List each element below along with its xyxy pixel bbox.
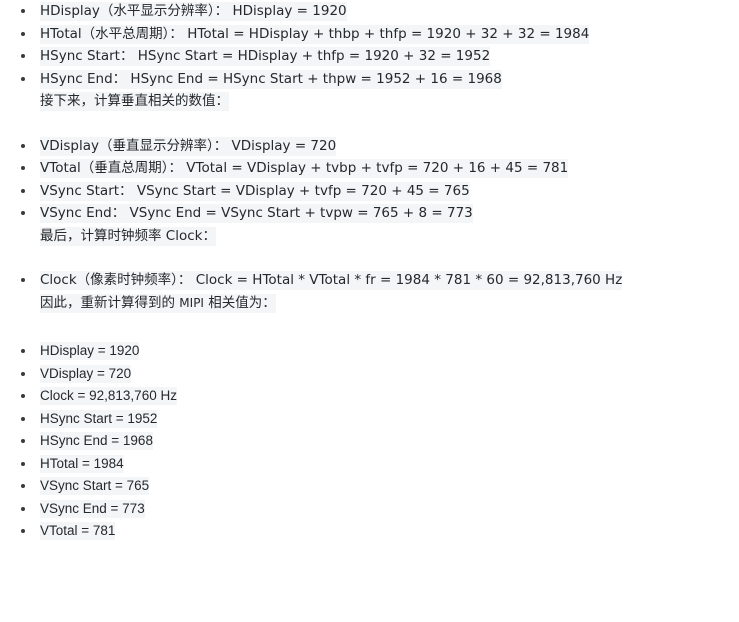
list-item: VTotal（垂直总周期）： VTotal = VDisplay + tvbp … bbox=[0, 157, 739, 180]
list-item-text: HSync End： HSync End = HSync Start + thp… bbox=[40, 69, 502, 89]
bullet-icon bbox=[21, 76, 25, 81]
list-item: HDisplay（水平显示分辨率）： HDisplay = 1920 bbox=[0, 0, 739, 23]
bullet-icon bbox=[21, 394, 25, 398]
list-item-text: Clock = 92,813,760 Hz bbox=[40, 387, 177, 405]
list-item: HTotal = 1984 bbox=[0, 453, 739, 476]
list-item: HTotal（水平总周期）： HTotal = HDisplay + thbp … bbox=[0, 23, 739, 46]
clock-section-closing-paragraph: 因此，重新计算得到的 MIPI 相关值为： bbox=[0, 292, 739, 315]
list-item-text: HDisplay = 1920 bbox=[40, 342, 140, 360]
list-item: HDisplay = 1920 bbox=[0, 340, 739, 363]
paragraph-text: 最后，计算时钟频率 Clock： bbox=[40, 226, 216, 246]
list-item-text: HSync Start = 1952 bbox=[40, 409, 158, 428]
horizontal-section-closing-paragraph: 接下来，计算垂直相关的数值： bbox=[0, 90, 739, 113]
bullet-icon bbox=[21, 54, 25, 58]
list-item: Clock = 92,813,760 Hz bbox=[0, 385, 739, 408]
paragraph-text-suffix: 相关值为： bbox=[203, 294, 276, 311]
bullet-icon bbox=[21, 461, 25, 466]
paragraph-text: 接下来，计算垂直相关的数值： bbox=[40, 92, 229, 111]
list-item-text: VSync End = 773 bbox=[40, 499, 145, 518]
bullet-icon bbox=[21, 349, 25, 353]
list-item-text: VSync Start： VSync Start = VDisplay + tv… bbox=[40, 181, 470, 201]
bullet-icon bbox=[21, 143, 25, 148]
summary-values-list: HDisplay = 1920 VDisplay = 720 Clock = 9… bbox=[0, 340, 739, 543]
list-item-text: VTotal = 781 bbox=[40, 522, 116, 540]
bullet-icon bbox=[21, 278, 25, 282]
list-item-text: HSync Start： HSync Start = HDisplay + th… bbox=[40, 47, 491, 66]
bullet-icon bbox=[21, 166, 25, 170]
list-item-text: VDisplay = 720 bbox=[40, 364, 132, 383]
bullet-icon bbox=[21, 416, 25, 421]
document-page: HDisplay（水平显示分辨率）： HDisplay = 1920 HTota… bbox=[0, 0, 739, 622]
clock-list: Clock（像素时钟频率）： Clock = HTotal * VTotal *… bbox=[0, 269, 739, 292]
bullet-icon bbox=[21, 371, 25, 376]
list-item: HSync End = 1968 bbox=[0, 430, 739, 453]
paragraph-text-latin: MIPI bbox=[179, 295, 204, 310]
list-item: VTotal = 781 bbox=[0, 520, 739, 543]
horizontal-timing-list: HDisplay（水平显示分辨率）： HDisplay = 1920 HTota… bbox=[0, 0, 739, 90]
vertical-section-closing-paragraph: 最后，计算时钟频率 Clock： bbox=[0, 225, 739, 248]
list-item-text: HSync End = 1968 bbox=[40, 432, 153, 450]
vertical-timing-list: VDisplay（垂直显示分辨率）： VDisplay = 720 VTotal… bbox=[0, 135, 739, 225]
list-item: VSync End = 773 bbox=[0, 498, 739, 521]
list-item: VSync Start： VSync Start = VDisplay + tv… bbox=[0, 180, 739, 203]
bullet-icon bbox=[21, 188, 25, 193]
bullet-icon bbox=[21, 529, 25, 533]
list-item-text: Clock（像素时钟频率）： Clock = HTotal * VTotal *… bbox=[40, 271, 623, 290]
bullet-icon bbox=[21, 31, 25, 36]
bullet-icon bbox=[21, 484, 25, 488]
list-item: Clock（像素时钟频率）： Clock = HTotal * VTotal *… bbox=[0, 269, 739, 292]
list-item-text: VSync End： VSync End = VSync Start + tvp… bbox=[40, 204, 473, 223]
paragraph-text: 因此，重新计算得到的 MIPI 相关值为： bbox=[40, 293, 276, 313]
list-item: HSync End： HSync End = HSync Start + thp… bbox=[0, 68, 739, 91]
list-item-text: HTotal = 1984 bbox=[40, 454, 124, 473]
list-item-text: VDisplay（垂直显示分辨率）： VDisplay = 720 bbox=[40, 136, 337, 156]
list-item: VDisplay（垂直显示分辨率）： VDisplay = 720 bbox=[0, 135, 739, 158]
bullet-icon bbox=[21, 9, 25, 13]
list-item: VDisplay = 720 bbox=[0, 363, 739, 386]
list-item: VSync End： VSync End = VSync Start + tvp… bbox=[0, 202, 739, 225]
list-item: HSync Start： HSync Start = HDisplay + th… bbox=[0, 45, 739, 68]
list-item: VSync Start = 765 bbox=[0, 475, 739, 498]
bullet-icon bbox=[21, 439, 25, 443]
list-item-text: VTotal（垂直总周期）： VTotal = VDisplay + tvbp … bbox=[40, 159, 569, 178]
list-item-text: HTotal（水平总周期）： HTotal = HDisplay + thbp … bbox=[40, 24, 590, 44]
list-item-text: HDisplay（水平显示分辨率）： HDisplay = 1920 bbox=[40, 2, 347, 21]
bullet-icon bbox=[21, 211, 25, 215]
list-item: HSync Start = 1952 bbox=[0, 408, 739, 431]
bullet-icon bbox=[21, 506, 25, 511]
list-item-text: VSync Start = 765 bbox=[40, 477, 150, 495]
paragraph-text-prefix: 因此，重新计算得到的 bbox=[40, 294, 180, 311]
